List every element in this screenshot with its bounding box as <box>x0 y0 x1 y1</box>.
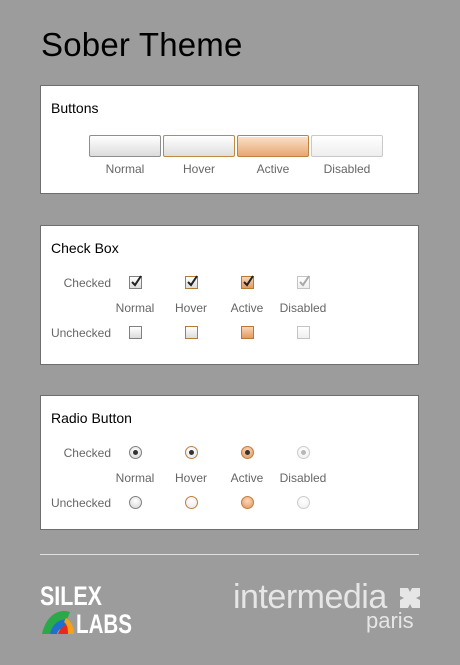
checkbox-checked-normal[interactable] <box>129 275 142 289</box>
checked-row-label: Checked <box>63 276 111 290</box>
radio-checked-active[interactable] <box>241 446 254 459</box>
checkbox-unchecked-disabled <box>297 326 310 339</box>
checkbox-checked-hover[interactable] <box>185 275 198 289</box>
radio-checked-hover[interactable] <box>185 446 198 459</box>
radio-unchecked-disabled <box>297 496 310 509</box>
checkbox-state-label: Disabled <box>279 301 327 315</box>
checkbox-state-label: Active <box>230 301 264 315</box>
checked-row-label: Checked <box>63 446 111 460</box>
check-icon <box>131 275 142 287</box>
checkbox-state-label: Normal <box>115 301 155 315</box>
radio-dot-icon <box>133 450 138 455</box>
footer-divider <box>40 554 419 555</box>
radio-unchecked-hover[interactable] <box>185 496 198 509</box>
radio-dot-icon <box>189 450 194 455</box>
buttons-heading: Buttons <box>51 100 99 116</box>
radio-dot-icon <box>301 450 306 455</box>
checkbox-panel: Check Box Checked Normal Hover Active Di… <box>40 225 419 365</box>
paris-wordmark: paris <box>366 608 414 633</box>
labs-wordmark: LABS <box>76 609 132 636</box>
button-state-label: Disabled <box>323 162 371 176</box>
unchecked-row-label: Unchecked <box>50 326 111 340</box>
button-state-label: Hover <box>182 162 215 176</box>
radio-checked-normal[interactable] <box>129 446 142 459</box>
hover-button[interactable] <box>163 135 235 157</box>
checkbox-checked-active[interactable] <box>241 275 254 289</box>
checkbox-unchecked-active[interactable] <box>241 326 254 339</box>
radio-unchecked-normal[interactable] <box>129 496 142 509</box>
radio-heading: Radio Button <box>51 410 132 426</box>
buttons-panel: Buttons Normal Hover Active Disabled <box>40 85 419 194</box>
checkbox-heading: Check Box <box>51 240 119 256</box>
check-icon <box>187 275 198 287</box>
intermedia-wordmark: intermedia <box>233 578 387 616</box>
radio-panel: Radio Button Checked Normal Hover Active… <box>40 395 419 530</box>
radio-state-label: Normal <box>115 471 155 485</box>
page-title: Sober Theme <box>41 26 243 63</box>
button-state-label: Active <box>256 162 290 176</box>
radio-unchecked-active[interactable] <box>241 496 254 509</box>
active-button[interactable] <box>237 135 309 157</box>
check-icon <box>299 275 310 287</box>
radio-dot-icon <box>245 450 250 455</box>
disabled-button <box>311 135 383 157</box>
radio-state-label: Hover <box>174 471 207 485</box>
check-icon <box>243 275 254 287</box>
radio-state-label: Active <box>230 471 264 485</box>
button-state-label: Normal <box>105 162 145 176</box>
checkbox-state-label: Hover <box>174 301 207 315</box>
checkbox-checked-disabled <box>297 275 310 289</box>
radio-checked-disabled <box>297 446 310 459</box>
radio-state-label: Disabled <box>279 471 327 485</box>
checkbox-unchecked-normal[interactable] <box>129 326 142 339</box>
normal-button[interactable] <box>89 135 161 157</box>
intermedia-x-icon <box>400 588 420 608</box>
silex-wordmark: SILEX <box>40 581 102 611</box>
unchecked-row-label: Unchecked <box>50 496 111 510</box>
silex-labs-logo: SILEX LABS <box>40 581 132 636</box>
checkbox-unchecked-hover[interactable] <box>185 326 198 339</box>
